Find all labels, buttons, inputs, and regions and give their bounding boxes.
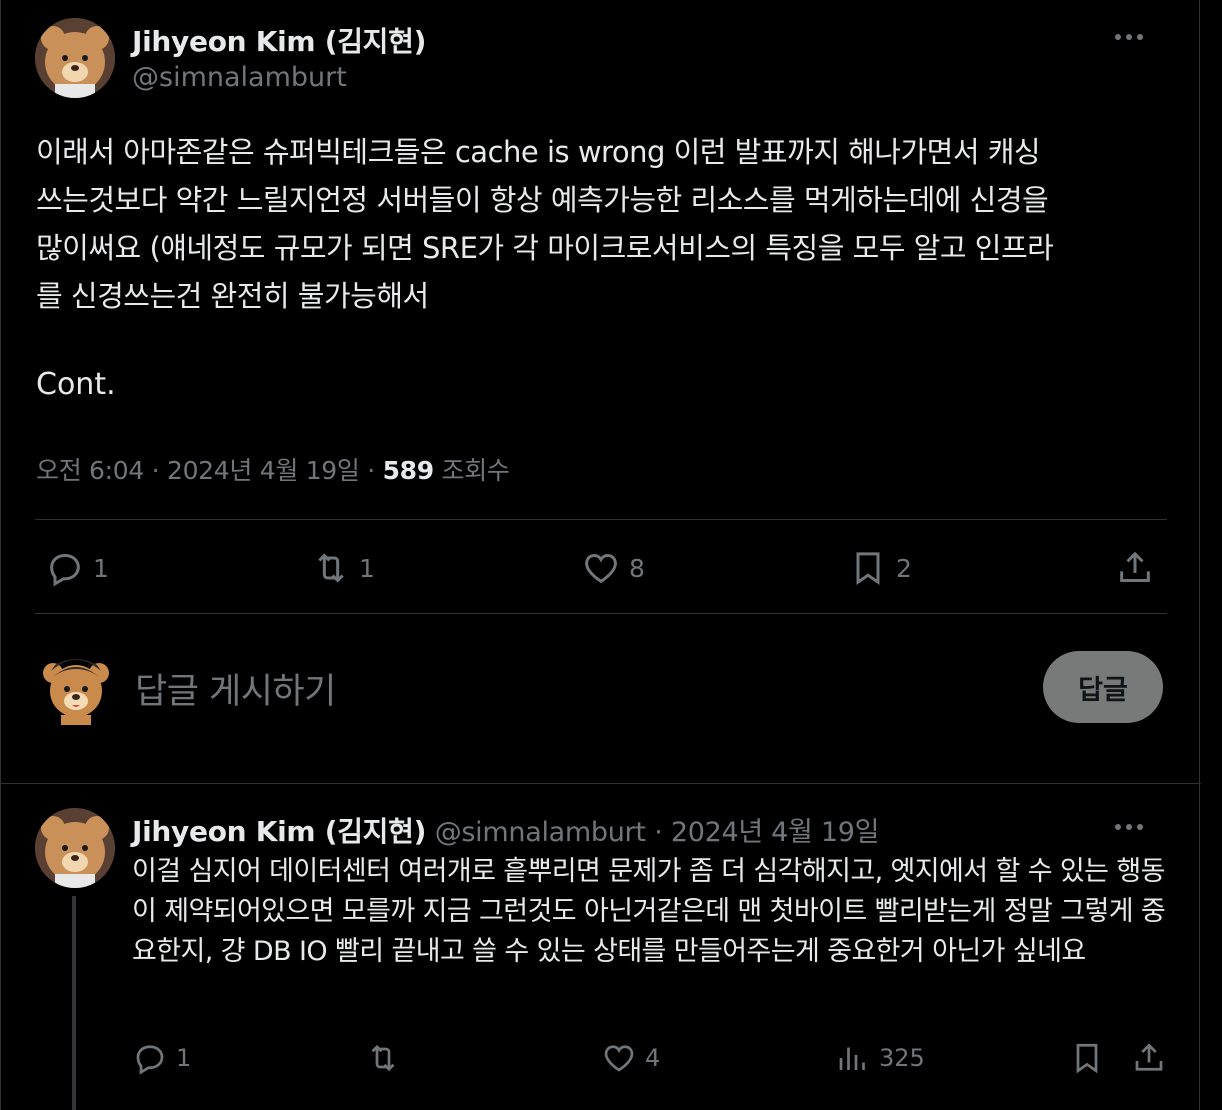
views-label: 조회수 <box>441 456 510 485</box>
reply-author-avatar[interactable] <box>35 808 115 888</box>
bear-avatar-image <box>35 808 115 888</box>
divider <box>35 519 1167 520</box>
views-icon <box>839 1047 865 1070</box>
tweet-continuation: Cont. <box>36 367 116 402</box>
bookmark-icon <box>856 552 880 586</box>
user-avatar[interactable] <box>39 651 113 725</box>
reply-author-handle[interactable]: @simnalamburt <box>435 817 646 848</box>
reply-input[interactable]: 답글 게시하기 <box>135 663 336 714</box>
reply-text: 이걸 심지어 데이터센터 여러개로 흩뿌리면 문제가 좀 더 심각해지고, 엣지… <box>132 856 1166 967</box>
reply-header: Jihyeon Kim (김지현) @simnalamburt · 2024년 … <box>132 810 879 850</box>
reply-author-name[interactable]: Jihyeon Kim (김지현) <box>132 815 426 848</box>
author-name[interactable]: Jihyeon Kim (김지현) <box>132 20 426 60</box>
reply-icon <box>50 553 80 587</box>
like-icon <box>585 553 617 584</box>
section-divider <box>1 783 1201 784</box>
tweet-time[interactable]: 오전 6:04 <box>36 456 144 485</box>
tweet-meta: 오전 6:04 · 2024년 4월 19일 · 589 조회수 <box>36 451 510 487</box>
reply-reply-count: 1 <box>176 1044 192 1072</box>
bookmark-button[interactable]: 2 <box>848 548 912 588</box>
tweet-detail-panel: Jihyeon Kim (김지현) @simnalamburt 이래서 아마존같… <box>0 0 1201 1110</box>
divider <box>35 613 1167 614</box>
bear-avatar-image <box>35 18 115 98</box>
reply-submit-button[interactable]: 답글 <box>1043 651 1163 723</box>
share-button[interactable] <box>1115 548 1155 588</box>
reply-like-count: 4 <box>645 1044 661 1072</box>
retweet-icon <box>318 553 344 583</box>
like-count: 8 <box>629 553 645 583</box>
author-handle[interactable]: @simnalamburt <box>132 62 347 93</box>
tweet-actions: 1 1 8 2 <box>1 540 1201 596</box>
author-avatar[interactable] <box>35 18 115 98</box>
more-icon[interactable] <box>1111 816 1147 838</box>
retweet-count: 1 <box>359 553 375 583</box>
like-icon <box>604 1045 634 1072</box>
reply-date[interactable]: · 2024년 4월 19일 <box>654 817 879 848</box>
tweet-text: 이래서 아마존같은 슈퍼빅테크들은 cache is wrong 이런 발표까지… <box>36 135 1054 313</box>
retweet-icon <box>371 1044 395 1072</box>
reply-views-button[interactable]: 325 <box>835 1038 925 1078</box>
reply-icon <box>136 1045 164 1075</box>
like-button[interactable]: 8 <box>581 548 645 588</box>
bookmark-count: 2 <box>896 553 912 583</box>
reply-bookmark-button[interactable] <box>1069 1038 1105 1078</box>
reply-actions: 1 4 325 <box>1 1036 1201 1080</box>
reply-views-count: 325 <box>879 1044 925 1072</box>
share-icon <box>1120 551 1150 582</box>
reply-like-button[interactable]: 4 <box>601 1038 660 1078</box>
views-count[interactable]: 589 <box>383 456 435 485</box>
share-icon <box>1135 1043 1163 1071</box>
reply-button[interactable]: 1 <box>45 548 109 588</box>
more-icon[interactable] <box>1111 26 1147 48</box>
reply-count: 1 <box>93 553 109 583</box>
bookmark-icon <box>1076 1043 1098 1074</box>
tweet-date[interactable]: 2024년 4월 19일 <box>167 456 360 485</box>
retweet-button[interactable]: 1 <box>311 548 375 588</box>
reply-share-button[interactable] <box>1131 1038 1167 1078</box>
reply-retweet-button[interactable] <box>365 1038 401 1078</box>
reply-reply-button[interactable]: 1 <box>132 1038 191 1078</box>
meta-separator: · <box>151 456 160 485</box>
meta-separator: · <box>367 456 375 485</box>
bear-avatar-image <box>43 659 109 725</box>
